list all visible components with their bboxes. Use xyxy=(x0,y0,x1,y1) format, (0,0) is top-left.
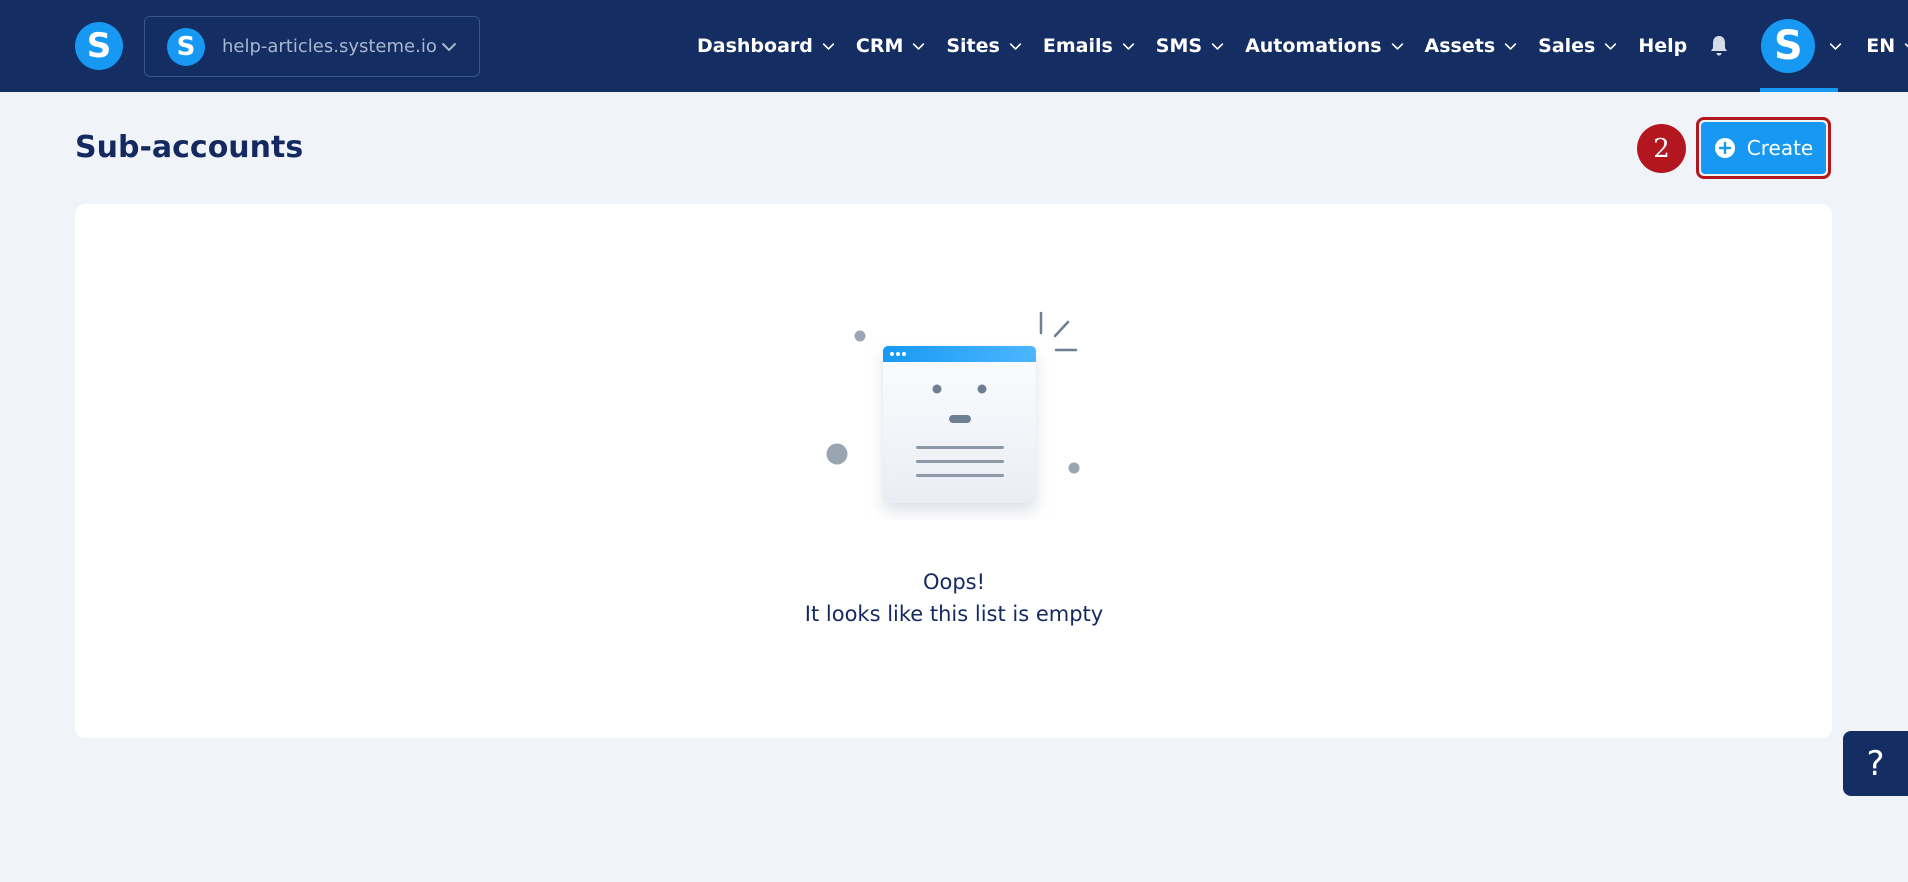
site-switcher[interactable]: S help-articles.systeme.io xyxy=(144,16,480,77)
nav-dashboard[interactable]: Dashboard xyxy=(697,35,835,57)
nav-help[interactable]: Help xyxy=(1638,35,1687,57)
nav-label: Emails xyxy=(1042,35,1113,57)
chevron-down-icon xyxy=(1122,42,1134,50)
chevron-down-icon xyxy=(1504,42,1517,50)
nav-label: Dashboard xyxy=(697,35,813,57)
chevron-down-icon xyxy=(1391,42,1403,50)
nav-sms[interactable]: SMS xyxy=(1156,35,1224,57)
top-nav-bar: S S help-articles.systeme.io Dashboard C… xyxy=(0,0,1908,92)
nav-label: Help xyxy=(1638,35,1688,57)
step-badge: 2 xyxy=(1637,124,1686,173)
empty-list-illustration xyxy=(826,311,1080,503)
plus-circle-icon xyxy=(1714,138,1735,158)
page-title: Sub-accounts xyxy=(75,130,304,165)
nav-label: CRM xyxy=(855,35,904,57)
main-nav: Dashboard CRM Sites Emails SMS Automatio… xyxy=(697,0,1908,92)
nav-emails[interactable]: Emails xyxy=(1043,35,1135,57)
nav-sales[interactable]: Sales xyxy=(1538,35,1617,57)
empty-state-title: Oops! xyxy=(922,570,986,594)
chevron-down-icon xyxy=(1830,42,1842,50)
nav-automations[interactable]: Automations xyxy=(1245,35,1403,57)
nav-sites[interactable]: Sites xyxy=(946,35,1022,57)
chevron-down-icon xyxy=(1211,42,1224,50)
nav-label: Assets xyxy=(1424,35,1496,57)
chevron-down-icon xyxy=(1009,42,1022,50)
site-logo-icon: S xyxy=(167,27,205,66)
site-name: help-articles.systeme.io xyxy=(222,36,437,57)
nav-crm[interactable]: CRM xyxy=(856,35,925,57)
language-selector[interactable]: EN xyxy=(1866,35,1908,57)
empty-state-message: It looks like this list is empty xyxy=(804,602,1104,626)
create-button-highlight[interactable]: Create xyxy=(1696,117,1831,179)
help-widget-button[interactable]: ? xyxy=(1843,731,1908,796)
nav-label: Automations xyxy=(1245,35,1382,57)
help-widget-label: ? xyxy=(1866,743,1885,784)
chevron-down-icon xyxy=(442,43,456,51)
language-label: EN xyxy=(1866,35,1896,57)
active-indicator xyxy=(1760,88,1839,92)
chevron-down-icon xyxy=(822,42,835,50)
chevron-down-icon xyxy=(913,42,925,50)
create-button-label: Create xyxy=(1746,136,1814,160)
nav-label: Sites xyxy=(946,35,1000,57)
nav-label: Sales xyxy=(1538,35,1596,57)
chevron-down-icon xyxy=(1904,42,1908,47)
nav-assets[interactable]: Assets xyxy=(1425,35,1518,57)
user-menu[interactable]: S xyxy=(1760,0,1842,92)
bell-icon[interactable] xyxy=(1707,34,1731,58)
chevron-down-icon xyxy=(1605,42,1617,50)
nav-label: SMS xyxy=(1155,35,1203,57)
systeme-logo[interactable]: S xyxy=(75,22,123,70)
avatar: S xyxy=(1761,19,1816,73)
create-button[interactable]: Create xyxy=(1701,122,1826,174)
